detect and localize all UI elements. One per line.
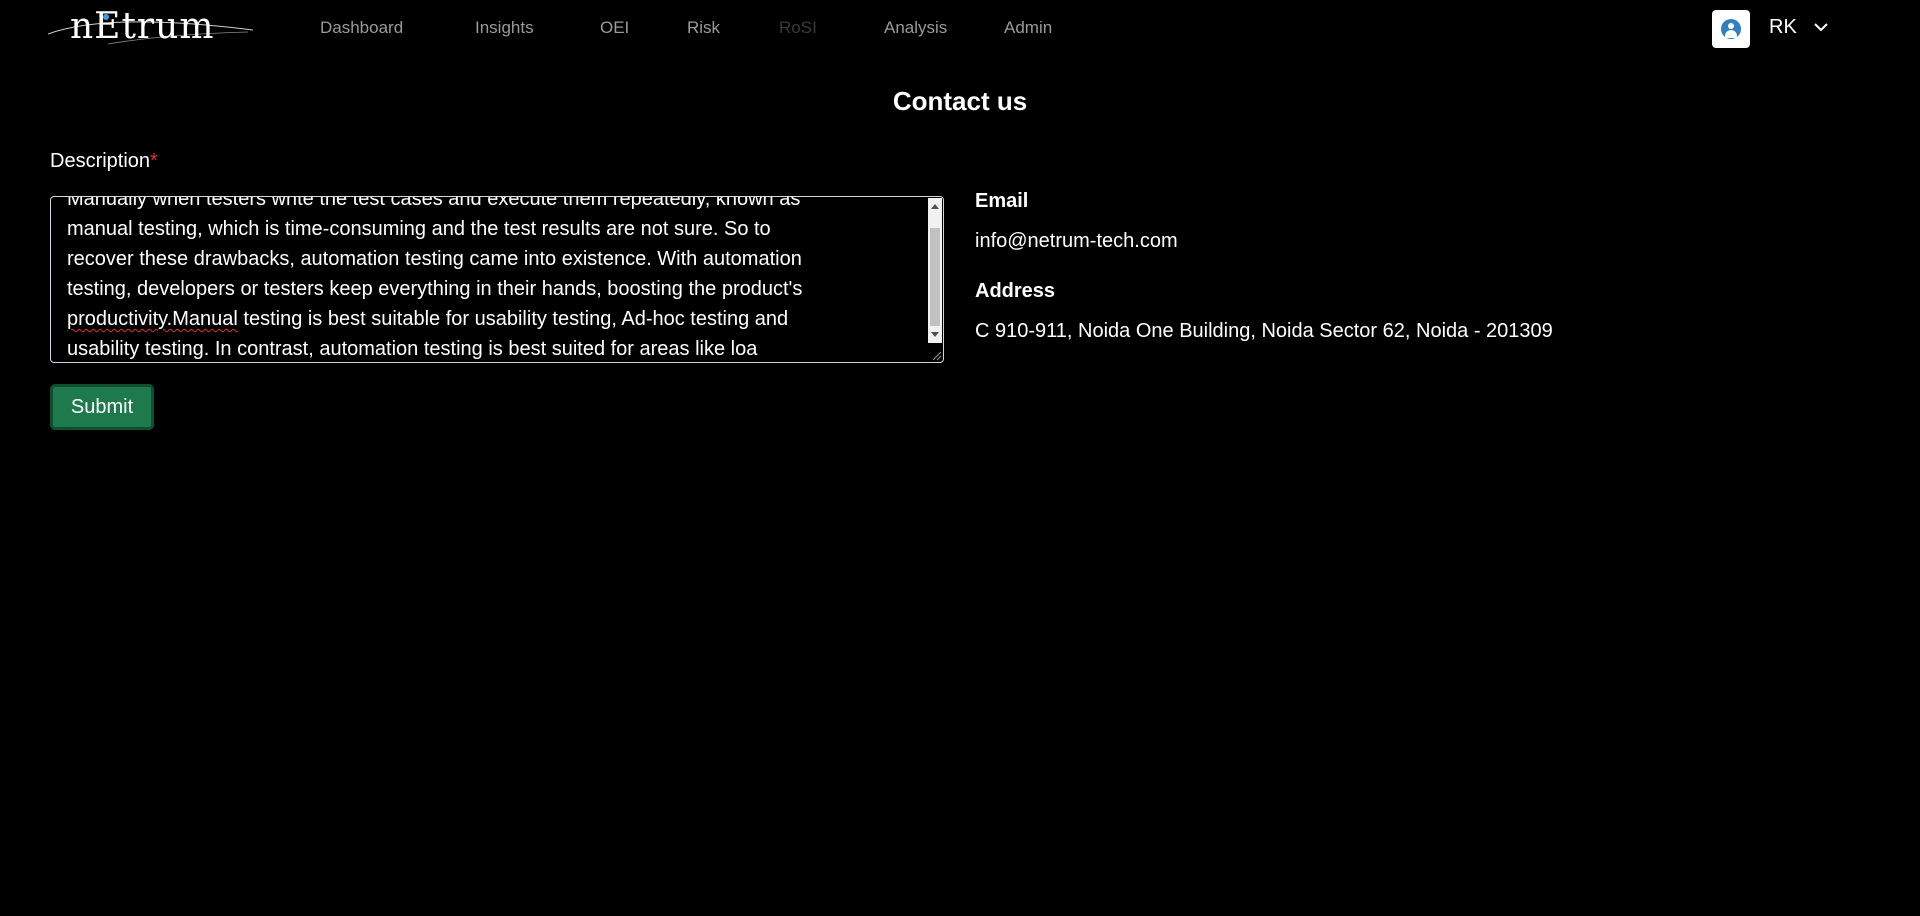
user-initials[interactable]: RK xyxy=(1769,16,1797,39)
nav-risk[interactable]: Risk xyxy=(687,18,720,38)
top-navigation-bar: nEtrum Dashboard Insights OEI Risk RoSI … xyxy=(0,0,1920,58)
description-label-text: Description xyxy=(50,150,151,172)
email-heading: Email xyxy=(975,190,1029,212)
required-marker: * xyxy=(150,150,158,172)
scroll-up-arrow-icon[interactable] xyxy=(931,204,939,209)
nav-oei[interactable]: OEI xyxy=(600,18,629,38)
email-value: info@netrum-tech.com xyxy=(975,230,1178,252)
netrum-logo[interactable]: nEtrum xyxy=(48,4,253,52)
description-textarea[interactable]: Manually when testers write the test cas… xyxy=(50,196,944,363)
user-icon xyxy=(1721,19,1741,39)
description-line: usability testing. In contrast, automati… xyxy=(67,338,758,360)
description-label: Description* xyxy=(50,150,158,173)
description-line: testing, developers or testers keep ever… xyxy=(67,278,803,300)
nav-analysis[interactable]: Analysis xyxy=(884,18,947,38)
logo-text: nEtrum xyxy=(70,6,215,47)
description-line: recover these drawbacks, automation test… xyxy=(67,248,802,270)
address-value: C 910-911, Noida One Building, Noida Sec… xyxy=(975,320,1553,342)
scrollbar-thumb[interactable] xyxy=(930,228,940,326)
nav-dashboard[interactable]: Dashboard xyxy=(320,18,403,38)
description-line: Manually when testers write the test cas… xyxy=(67,196,801,210)
nav-admin[interactable]: Admin xyxy=(1004,18,1052,38)
scroll-down-arrow-icon[interactable] xyxy=(931,332,939,337)
description-line: testing is best suitable for usability t… xyxy=(237,308,789,330)
chevron-down-icon[interactable] xyxy=(1813,19,1829,35)
resize-grip-icon[interactable] xyxy=(930,349,942,361)
description-line: manual testing, which is time-consuming … xyxy=(67,218,771,240)
address-heading: Address xyxy=(975,280,1056,302)
textarea-scrollbar[interactable] xyxy=(928,198,942,343)
misspelled-word[interactable]: productivity.Manual xyxy=(67,308,238,330)
nav-rosi: RoSI xyxy=(779,18,817,37)
nav-insights[interactable]: Insights xyxy=(475,18,534,38)
submit-button[interactable]: Submit xyxy=(50,384,154,430)
description-text[interactable]: Manually when testers write the test cas… xyxy=(67,196,917,362)
page-title: Contact us xyxy=(892,86,1028,116)
user-avatar[interactable] xyxy=(1712,10,1750,48)
